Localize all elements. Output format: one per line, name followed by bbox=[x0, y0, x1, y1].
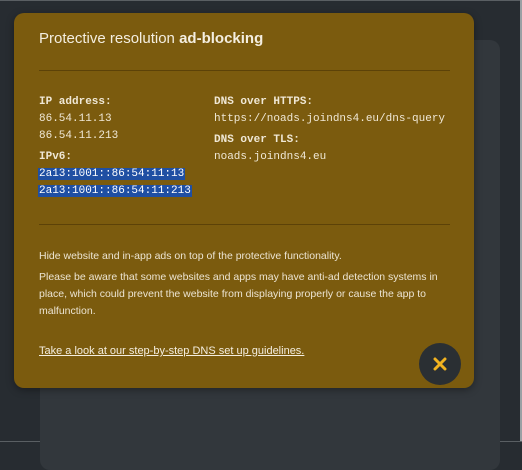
doh-label: DNS over HTTPS: bbox=[214, 96, 314, 108]
setup-guidelines-link[interactable]: Take a look at our step-by-step DNS set … bbox=[39, 345, 304, 357]
ip-address-value[interactable]: 86.54.11.213 bbox=[39, 128, 192, 145]
description-paragraph: Hide website and in-app ads on top of th… bbox=[39, 250, 342, 262]
ipv6-address-value[interactable]: 2a13:1001::86:54:11:13 bbox=[38, 168, 186, 180]
ipv6-address-value[interactable]: 2a13:1001::86:54:11:213 bbox=[38, 185, 192, 197]
ip-address-column: IP address: 86.54.11.13 86.54.11.213 IPv… bbox=[38, 94, 192, 200]
ip-address-label: IP address: bbox=[39, 96, 112, 108]
dns-endpoints-column: DNS over HTTPS: https://noads.joindns4.e… bbox=[214, 94, 445, 166]
close-icon bbox=[433, 357, 447, 371]
ipv6-label: IPv6: bbox=[39, 151, 73, 163]
divider bbox=[39, 224, 450, 225]
description: Hide website and in-app ads on top of th… bbox=[39, 248, 449, 324]
dot-value[interactable]: noads.joindns4.eu bbox=[214, 149, 445, 166]
frame-edge bbox=[0, 0, 522, 1]
doh-value[interactable]: https://noads.joindns4.eu/dns-query bbox=[214, 111, 445, 128]
description-paragraph: Please be aware that some websites and a… bbox=[39, 271, 438, 317]
dialog-title-prefix: Protective resolution bbox=[39, 30, 180, 47]
dot-label: DNS over TLS: bbox=[214, 134, 300, 146]
close-button[interactable] bbox=[419, 343, 461, 385]
dns-profile-dialog: Protective resolution ad-blocking IP add… bbox=[14, 13, 474, 388]
dialog-title-bold: ad-blocking bbox=[179, 30, 264, 47]
ip-address-value[interactable]: 86.54.11.13 bbox=[39, 111, 192, 128]
divider bbox=[39, 70, 450, 71]
dialog-title: Protective resolution ad-blocking bbox=[39, 30, 263, 47]
